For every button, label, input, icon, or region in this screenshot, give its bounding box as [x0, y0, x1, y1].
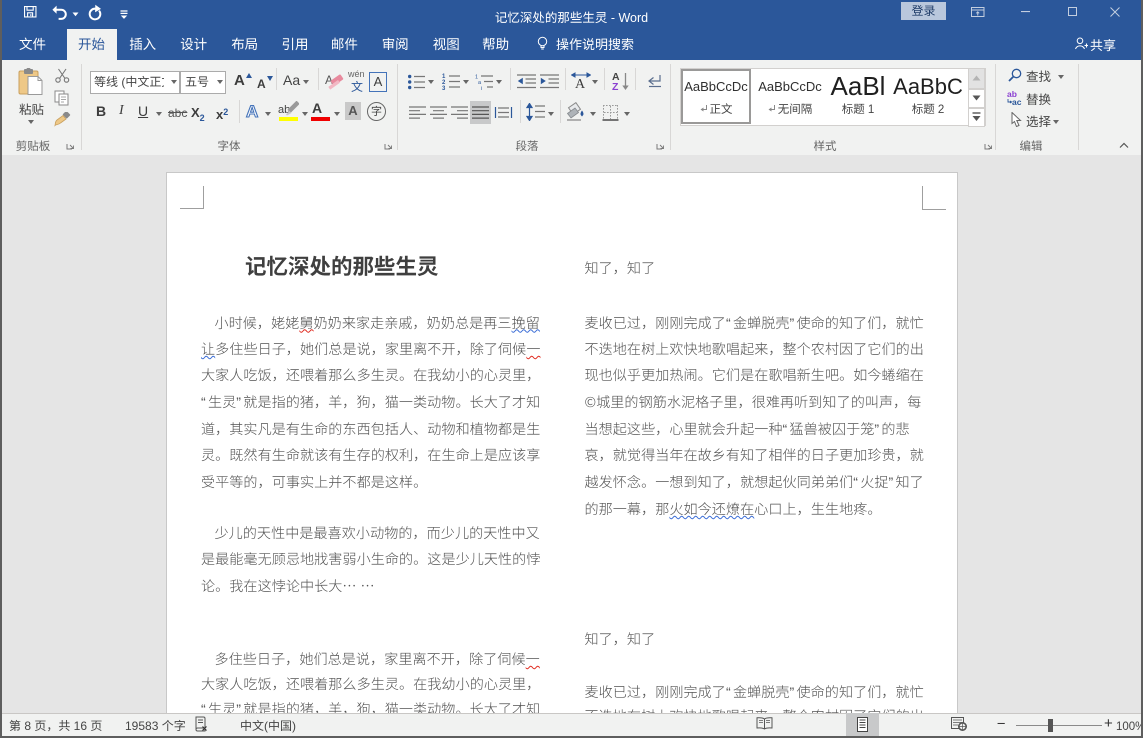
svg-text:Z: Z [612, 81, 619, 91]
svg-text:A: A [575, 73, 586, 90]
svg-text:i: i [481, 86, 482, 90]
svg-text:ac: ac [1012, 97, 1022, 105]
svg-text:3: 3 [442, 86, 446, 90]
